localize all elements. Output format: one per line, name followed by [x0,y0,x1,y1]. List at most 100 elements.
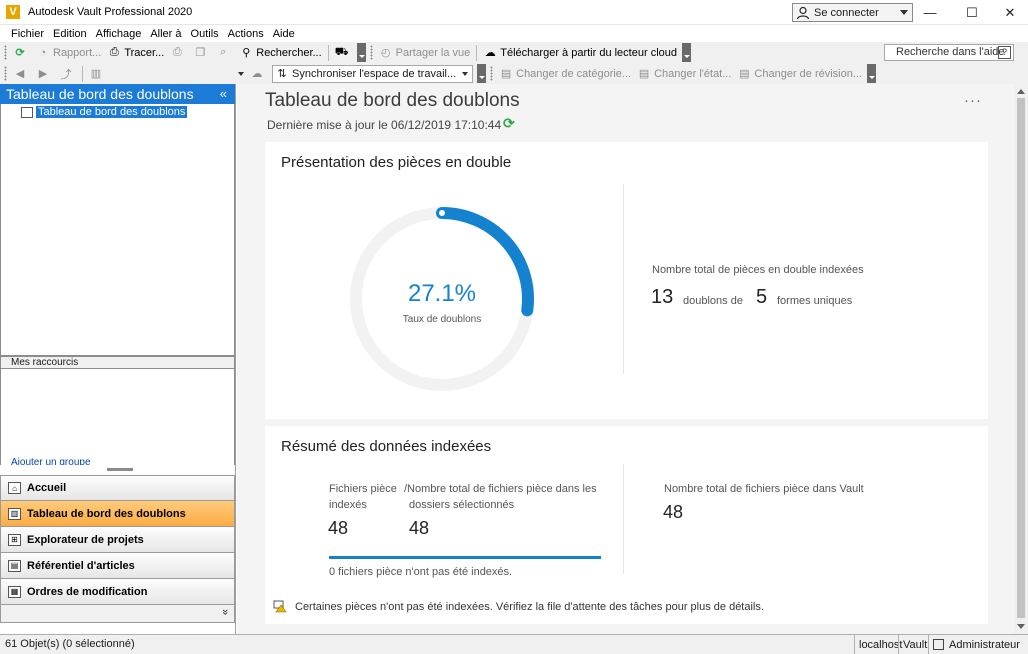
report-label: Rapport... [53,46,102,59]
current-user: Administrateur [928,635,1028,654]
last-updated-text: Dernière mise à jour le 06/12/2019 17:10… [267,118,502,132]
indexing-progress-bar [329,556,601,559]
trace-button[interactable]: ⎙ Tracer... [104,43,167,62]
find-doc-icon: ⌕ [220,46,227,58]
nav-button-accueil[interactable]: ⌂ Accueil [0,475,235,501]
page-title: Tableau de bord des doublons [265,90,520,111]
overview-title: Présentation des pièces en double [281,154,512,171]
cloud-button[interactable]: ☁ [247,64,270,83]
refresh-button[interactable]: ⟳ [10,43,33,62]
duplicate-rate-label: Taux de doublons [402,314,482,325]
cloud-download-icon: ☁ [484,47,496,59]
toolbar-overflow[interactable] [682,43,691,62]
report-button[interactable]: ◔ Rapport... [33,43,104,62]
share-view-label: Partager la vue [395,46,471,59]
copy-button[interactable]: ❐ [190,43,213,62]
signin-dropdown[interactable]: Se connecter [792,3,913,22]
nav-button-item-master[interactable]: ▤ Référentiel d'articles [0,553,235,579]
user-icon [933,639,944,650]
vault-total-value: 48 [663,502,684,522]
change-order-icon: ▦ [8,585,21,598]
warning-text: Certaines pièces n'ont pas été indexées.… [295,600,764,613]
card-divider [623,464,624,574]
forward-button[interactable]: ▶ [33,64,56,83]
state-icon: ▤ [638,68,650,80]
nav-button-project-explorer[interactable]: ⊞ Explorateur de projets [0,527,235,553]
trace-label: Tracer... [124,46,165,59]
selected-folders-value: 48 [409,518,430,538]
search-button[interactable]: ⚲ Rechercher... [236,43,324,62]
toolbar-grip[interactable] [369,45,373,60]
close-button[interactable]: ✕ [992,0,1028,25]
toolbar-separator [82,65,83,82]
search-label: Rechercher... [256,46,322,59]
home-icon: ⌂ [8,482,21,494]
back-button[interactable]: ◀ [10,64,33,83]
scroll-up-icon[interactable] [1017,89,1025,94]
scrollbar-thumb[interactable] [1017,98,1025,618]
duplicates-count: 13 [651,286,674,308]
find-doc-button[interactable]: ⌕ [213,43,236,62]
change-category-button[interactable]: ▤ Changer de catégorie... [496,64,634,83]
toolbar-overflow[interactable] [867,64,877,83]
menu-edition[interactable]: Edition [53,28,87,40]
not-indexed-text: 0 fichiers pièce n'ont pas été indexés. [329,566,513,578]
menu-bar: Fichier Edition Affichage Aller à Outils… [0,26,1028,42]
project-explorer-icon: ⊞ [8,533,21,546]
address-dropdown[interactable] [229,64,247,83]
menu-outils[interactable]: Outils [191,28,219,40]
vault-logo-icon: V [6,5,20,19]
cart-icon: ⛟ [334,45,349,58]
dashboard-icon: ▥ [8,507,21,520]
tree-item-dashboard[interactable]: Tableau de bord des doublons [21,106,188,118]
download-cloud-button[interactable]: ☁ Télécharger à partir du lecteur cloud [480,43,680,62]
nav-overflow-button[interactable] [0,605,235,623]
navigation-pane: Tableau de bord des doublons « Tableau d… [0,84,236,634]
menu-affichage[interactable]: Affichage [96,28,142,40]
sync-workspace-dropdown[interactable]: ⇅ Synchroniser l'espace de travail... [272,64,474,83]
toolbar-separator [327,44,329,61]
toolbar-overflow[interactable] [477,64,487,83]
change-revision-button[interactable]: ▤ Changer de révision... [734,64,865,83]
indexed-files-label: Fichiers pièce [329,483,397,495]
menu-aller-a[interactable]: Aller à [150,28,181,40]
pane-toggle-button[interactable]: ▥ [86,64,109,83]
nav-button-label: Accueil [27,482,67,494]
vertical-scrollbar[interactable] [1014,84,1028,634]
nav-button-change-orders[interactable]: ▦ Ordres de modification [0,579,235,605]
menu-fichier[interactable]: Fichier [11,28,44,40]
scroll-down-icon[interactable] [1017,624,1025,629]
title-bar: V Autodesk Vault Professional 2020 Se co… [0,0,1028,25]
report-icon: ◔ [39,46,47,59]
shortcuts-panel: Ajouter un groupe [0,369,235,468]
revision-icon: ▤ [739,68,750,80]
share-view-button[interactable]: ◴ Partager la vue [376,43,474,62]
share-icon: ◴ [380,47,391,59]
duplicates-overview-card: Présentation des pièces en double 27.1% … [265,142,988,419]
nav-button-label: Explorateur de projets [27,533,144,546]
menu-aide[interactable]: Aide [273,28,295,40]
help-search-input[interactable]: Recherche dans l'aide ? [884,44,1014,61]
minimize-button[interactable]: — [912,0,948,25]
total-duplicates-label: Nombre total de pièces en double indexée… [652,264,864,276]
print-button[interactable]: ⎙ [167,43,190,62]
toolbar-overflow[interactable] [356,43,366,62]
collapse-pane-icon[interactable]: « [220,86,227,101]
nav-button-dashboard[interactable]: ▥ Tableau de bord des doublons [0,501,235,527]
up-button[interactable]: ⤴ [56,64,79,83]
sync-icon: ⇅ [277,68,287,80]
change-state-button[interactable]: ▤ Changer l'état... [634,64,734,83]
toolbar-grip[interactable] [4,66,7,81]
cart-button[interactable]: ⛟ [332,43,355,62]
warning-message: Certaines pièces n'ont pas été indexées.… [273,600,764,613]
help-icon[interactable]: ? [998,46,1011,59]
toolbar-grip[interactable] [490,66,494,81]
refresh-icon[interactable]: ⟳ [503,115,515,132]
more-options-icon[interactable]: ··· [964,92,982,109]
pane-splitter[interactable] [0,465,235,475]
toolbar-grip[interactable] [4,45,7,60]
print-icon: ⎙ [172,46,182,58]
server-name: localhost [854,635,902,654]
maximize-button[interactable]: ☐ [954,0,990,25]
menu-actions[interactable]: Actions [228,28,264,40]
